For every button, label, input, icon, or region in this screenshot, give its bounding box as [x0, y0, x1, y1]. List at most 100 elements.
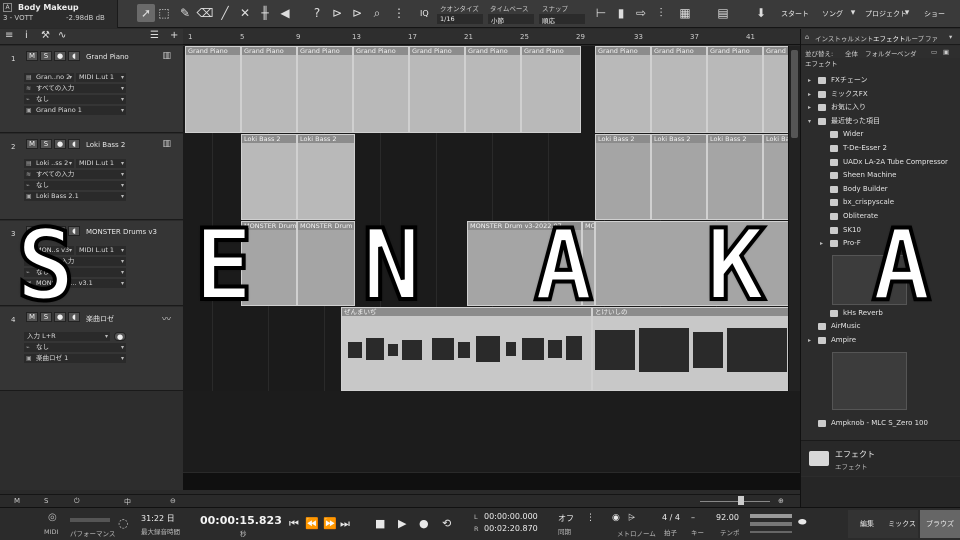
tab-effects[interactable]: エフェクト [873, 33, 906, 43]
preset-select[interactable]: ▣ 楽曲ロゼ 1 ▾ [24, 354, 126, 363]
marker-icon[interactable]: ▮ [612, 4, 630, 22]
tab-mix[interactable]: ミックス [886, 510, 918, 538]
timebase-dropdown[interactable]: 小節 [488, 14, 534, 25]
midi-clip[interactable]: Grand Piano [763, 46, 788, 133]
solo-button[interactable]: S [40, 51, 52, 61]
arrangement-area[interactable]: Grand Piano Grand Piano Grand Piano Gran… [183, 46, 788, 391]
input-select[interactable]: ≋ すべての入力 ▾ [24, 257, 126, 266]
solo-button[interactable]: S [40, 312, 52, 322]
track-header[interactable]: 4 M S ● ◖ 楽曲ロゼ 〰 入力 L+R ▾ ● ⌁ なし ▾ ▣ 楽曲ロゼ 1 ▾ [0, 307, 183, 391]
midi-clip[interactable]: Grand Piano [185, 46, 241, 133]
listen-tool-icon[interactable]: ◀ [276, 4, 294, 22]
solo-button[interactable]: S [40, 226, 52, 236]
status-m[interactable]: M [14, 497, 20, 505]
browser-item[interactable]: UADx LA-2A Tube Compressor [806, 156, 960, 169]
loop-start[interactable]: 00:00:00.000 [484, 512, 538, 521]
track-header[interactable]: 2 M S ● ◖ Loki Bass 2 ▥ ▤ Loki ..ss 2 ▾ MI… [0, 134, 183, 220]
input-monitor-toggle[interactable]: ● [114, 332, 126, 341]
song-menu-chevron-icon[interactable]: ▾ [844, 4, 862, 22]
monitor-button[interactable]: ◖ [68, 226, 80, 236]
instrument-select[interactable]: ▤ Gran..no 2 ▾ [24, 73, 74, 82]
instrument-select[interactable]: ▤ Loki ..ss 2 ▾ [24, 159, 74, 168]
midi-clip[interactable] [595, 221, 788, 306]
list-icon[interactable]: ☰ [150, 30, 159, 41]
timeline-ruler[interactable]: 1 5 9 13 17 21 25 29 33 37 41 [183, 29, 800, 45]
record-arm-button[interactable]: ● [54, 139, 66, 149]
midi-clip[interactable]: Grand Piano [651, 46, 707, 133]
track-name[interactable]: Grand Piano [86, 53, 129, 61]
transient-icon[interactable]: ⊳ [348, 4, 366, 22]
midi-clip[interactable]: MONSTER Drum v3-2022.07 [467, 221, 582, 306]
track-header[interactable]: 1 M S ● ◖ Grand Piano ▥ ▤ Gran..no 2 ▾ MID… [0, 46, 183, 133]
play-icon[interactable]: ▶ [398, 517, 406, 530]
return-to-zero-icon[interactable]: ⏮ [289, 517, 299, 531]
audio-clip[interactable]: とけいしの [592, 307, 788, 391]
metronome-icon[interactable]: ⩥ [628, 513, 635, 523]
instrument-select[interactable]: ▤ MON..s v3 ▾ [24, 246, 74, 255]
tab-edit[interactable]: 編集 [848, 510, 886, 538]
midi-clip[interactable]: Loki Bass 2 [763, 134, 788, 220]
zoom-out-icon[interactable]: ⊖ [170, 497, 176, 505]
sync-value[interactable]: オフ [558, 513, 574, 524]
snap-grid-icon[interactable]: ⋮ [390, 4, 408, 22]
midi-clip[interactable]: Grand Piano [241, 46, 297, 133]
time-signature[interactable]: 4 / 4 [662, 513, 680, 522]
preset-select[interactable]: ▣ MONSTER ... v3.1 ▾ [24, 279, 126, 288]
instrument-icon[interactable]: ▥ [162, 51, 171, 61]
browser-item[interactable]: Wider [806, 128, 960, 141]
browser-item[interactable]: Ampknob - MLC S_Zero 100 [806, 417, 960, 430]
mute-button[interactable]: M [26, 312, 38, 322]
midi-clip[interactable]: MONSTER Drum [241, 221, 297, 306]
song-info[interactable]: A Body Makeup 3 - VOTT -2.98dB dB [0, 0, 118, 28]
midi-clip[interactable]: Grand Piano [409, 46, 465, 133]
rewind-icon[interactable]: ⏪ [305, 517, 319, 530]
record-arm-button[interactable]: ● [54, 312, 66, 322]
channel-select[interactable]: ⌁ なし ▾ [24, 181, 126, 190]
position-display[interactable]: 00:00:15.823 [200, 514, 282, 527]
chevron-right-icon[interactable]: ▸ [808, 101, 811, 114]
status-s[interactable]: S [44, 497, 48, 505]
zoom-slider[interactable] [700, 501, 770, 502]
wrench-icon[interactable]: ⚒ [41, 30, 50, 41]
tab-instruments[interactable]: インストゥルメント [815, 33, 873, 43]
arrow-tool-icon[interactable]: ➚ [137, 4, 155, 22]
browser-item[interactable]: ▸ ミックスFX [806, 88, 960, 101]
record-icon[interactable]: ● [419, 517, 429, 530]
bend-tool-icon[interactable]: ⊳ [328, 4, 346, 22]
browser-item[interactable]: T-De-Esser 2 [806, 142, 960, 155]
record-arm-button[interactable]: ● [54, 226, 66, 236]
grid-view-icon[interactable]: ▦ [676, 4, 694, 22]
output-select[interactable]: MIDI L.ut 1 ▾ [76, 159, 126, 168]
key-value[interactable]: – [691, 513, 695, 522]
midi-clip[interactable]: MONSTER Drum [297, 221, 355, 306]
preset-select[interactable]: ▣ Loki Bass 2.1 ▾ [24, 192, 126, 201]
browser-item[interactable]: ▸ お気に入り [806, 101, 960, 114]
preset-select[interactable]: ▣ Grand Piano 1 ▾ [24, 106, 126, 115]
list-view-icon[interactable]: ▭ [931, 48, 937, 56]
nav-show[interactable]: ショー [924, 9, 945, 19]
follow-icon[interactable]: ⇨ [632, 4, 650, 22]
track-list-empty-area[interactable] [0, 391, 183, 490]
snap-dropdown[interactable]: 順応 [539, 14, 585, 25]
paint-tool-icon[interactable]: ╱ [216, 4, 234, 22]
tab-browse[interactable]: ブラウズ [920, 510, 960, 538]
channel-select[interactable]: ⌁ なし ▾ [24, 95, 126, 104]
nav-song[interactable]: ソング [822, 9, 843, 19]
mute-button[interactable]: M [26, 226, 38, 236]
chevron-right-icon[interactable]: ▸ [820, 237, 823, 250]
input-select[interactable]: ≋ すべての入力 ▾ [24, 170, 126, 179]
monitor-button[interactable]: ◖ [68, 312, 80, 322]
chevron-right-icon[interactable]: ▸ [808, 74, 811, 87]
audio-clip[interactable]: ぜんまいぢ [341, 307, 592, 391]
midi-clip[interactable]: Loki Bass 2 [595, 134, 651, 220]
channel-select[interactable]: ⌁ なし ▾ [24, 343, 126, 352]
loop-icon[interactable]: ⟲ [442, 517, 451, 530]
tempo-value[interactable]: 92.00 [716, 513, 739, 522]
snap-toggle-icon[interactable]: ⊢ [592, 4, 610, 22]
solo-button[interactable]: S [40, 139, 52, 149]
record-arm-button[interactable]: ● [54, 51, 66, 61]
output-select[interactable]: MIDI L.ut 1 ▾ [76, 73, 126, 82]
browser-item[interactable]: SK10 [806, 224, 960, 237]
loop-end[interactable]: 00:02:20.870 [484, 524, 538, 533]
browser-item[interactable]: AirMusic [806, 320, 960, 333]
